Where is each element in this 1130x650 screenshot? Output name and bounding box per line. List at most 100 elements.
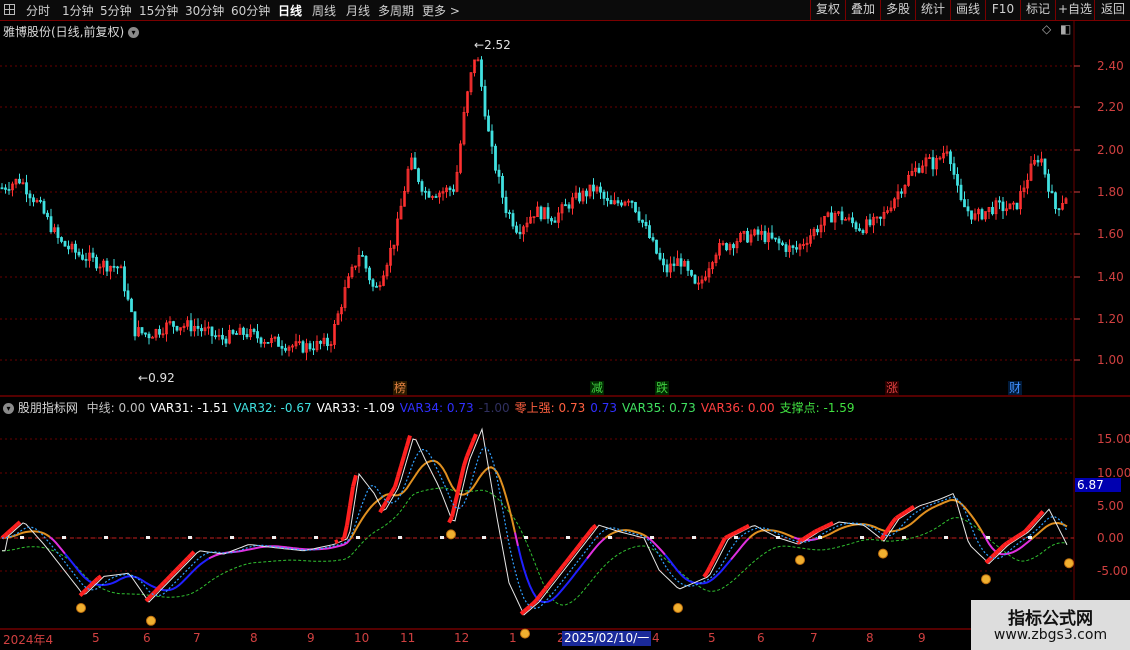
strong-segment bbox=[144, 596, 151, 603]
draw-line-button[interactable]: 画线 bbox=[950, 0, 985, 20]
strong-segment bbox=[736, 528, 741, 534]
indicator-name[interactable]: 股朋指标网 bbox=[18, 401, 78, 415]
strong-segment bbox=[720, 537, 727, 545]
candle-body bbox=[959, 184, 963, 201]
candle-body bbox=[25, 182, 28, 195]
overlay-button[interactable]: 叠加 bbox=[845, 0, 880, 20]
strong-segment bbox=[180, 559, 187, 566]
candle-body bbox=[42, 201, 46, 214]
strong-segment bbox=[820, 525, 825, 531]
indicator-value: VAR33: -1.09 bbox=[316, 401, 395, 415]
candle-body bbox=[487, 115, 490, 132]
candle-body bbox=[956, 174, 959, 186]
grid-menu-icon[interactable] bbox=[4, 4, 15, 15]
event-flag-finance[interactable]: 财 bbox=[1008, 381, 1023, 395]
candle-body bbox=[693, 274, 697, 284]
candle-body bbox=[284, 347, 287, 351]
candle-body bbox=[553, 220, 557, 223]
diamond-icon[interactable]: ◇ bbox=[1042, 22, 1051, 36]
period-15min[interactable]: 15分钟 bbox=[139, 2, 178, 19]
candle-body bbox=[151, 336, 154, 339]
strong-segment bbox=[153, 587, 160, 594]
strong-segment bbox=[903, 508, 910, 515]
chevron-down-icon[interactable]: ▾ bbox=[128, 27, 140, 38]
period-1min[interactable]: 1分钟 bbox=[62, 2, 94, 19]
candle-body bbox=[56, 227, 60, 238]
candle-body bbox=[1036, 159, 1040, 163]
zero-marker bbox=[1028, 536, 1032, 539]
candle-body bbox=[991, 206, 994, 215]
statistics-button[interactable]: 统计 bbox=[915, 0, 950, 20]
window-toggle-icon[interactable]: ◧ bbox=[1060, 22, 1071, 36]
zero-marker bbox=[902, 536, 906, 539]
period-more[interactable]: 更多 > bbox=[422, 2, 460, 19]
chevron-down-icon[interactable]: ▾ bbox=[3, 403, 14, 414]
candle-body bbox=[308, 343, 312, 350]
candle-body bbox=[375, 285, 378, 288]
period-30min[interactable]: 30分钟 bbox=[185, 2, 224, 19]
chart-canvas[interactable]: 2.40 2.20 2.00 1.80 1.60 1.40 1.20 1.00 15.00 1 0.… bbox=[0, 21, 1130, 650]
strong-segment bbox=[882, 529, 889, 537]
period-multi[interactable]: 多周期 bbox=[378, 2, 414, 19]
candle-body bbox=[515, 225, 518, 233]
candle-body bbox=[242, 327, 245, 335]
strong-segment bbox=[564, 557, 571, 564]
candle-body bbox=[427, 191, 431, 198]
strong-segment bbox=[87, 582, 94, 589]
period-monthly[interactable]: 月线 bbox=[346, 2, 370, 19]
strong-segment bbox=[519, 609, 526, 616]
candle-body bbox=[917, 167, 921, 173]
strong-segment bbox=[582, 534, 589, 541]
indicator-tick-label: 0.00 bbox=[1097, 531, 1124, 545]
period-daily[interactable]: 日线 bbox=[278, 2, 302, 19]
candle-body bbox=[361, 254, 364, 257]
strong-segment bbox=[739, 527, 744, 533]
candle-body bbox=[777, 238, 781, 244]
strong-segment bbox=[826, 522, 831, 528]
period-weekly[interactable]: 周线 bbox=[312, 2, 336, 19]
period-60min[interactable]: 60分钟 bbox=[231, 2, 270, 19]
multi-stock-button[interactable]: 多股 bbox=[880, 0, 915, 20]
time-axis-label: 6 bbox=[757, 631, 765, 645]
candle-body bbox=[319, 340, 322, 344]
candle-body bbox=[518, 231, 522, 235]
pointer-hand-icon bbox=[76, 603, 86, 613]
candle-body bbox=[28, 193, 32, 199]
add-watchlist-button[interactable]: +自选 bbox=[1055, 0, 1094, 20]
candle-body bbox=[172, 321, 175, 327]
var34-line bbox=[730, 537, 750, 561]
event-flag-reduce[interactable]: 减 bbox=[590, 381, 605, 395]
candle-body bbox=[4, 187, 7, 190]
candle-body bbox=[144, 332, 147, 335]
f10-button[interactable]: F10 bbox=[985, 0, 1020, 20]
candle-body bbox=[732, 244, 735, 249]
strong-segment bbox=[999, 543, 1006, 550]
strong-segment bbox=[334, 539, 339, 545]
time-axis-label: 5 bbox=[92, 631, 100, 645]
event-flag-rank[interactable]: 榜 bbox=[393, 381, 408, 395]
candle-body bbox=[424, 190, 427, 193]
candle-body bbox=[221, 334, 224, 340]
zero-marker bbox=[62, 536, 66, 539]
zero-marker bbox=[524, 536, 528, 539]
period-5min[interactable]: 5分钟 bbox=[100, 2, 132, 19]
mark-button[interactable]: 标记 bbox=[1020, 0, 1055, 20]
strong-segment bbox=[555, 568, 562, 576]
candle-body bbox=[879, 216, 882, 219]
event-flag-rise[interactable]: 涨 bbox=[885, 381, 900, 395]
candle-body bbox=[123, 266, 126, 292]
low-price-label: ←0.92 bbox=[138, 371, 175, 385]
restore-rights-button[interactable]: 复权 bbox=[810, 0, 845, 20]
strong-segment bbox=[1020, 529, 1027, 536]
strong-segment bbox=[3, 531, 10, 537]
event-flag-fall[interactable]: 跌 bbox=[655, 381, 670, 395]
candle-body bbox=[816, 228, 819, 233]
strong-segment bbox=[96, 574, 103, 580]
strong-segment bbox=[162, 578, 169, 584]
back-button[interactable]: 返回 bbox=[1094, 0, 1130, 20]
period-intraday[interactable]: 分时 bbox=[26, 2, 50, 19]
pointer-hand-icon bbox=[520, 628, 530, 639]
candle-body bbox=[417, 168, 420, 182]
candle-body bbox=[854, 222, 858, 230]
candle-body bbox=[784, 244, 788, 252]
